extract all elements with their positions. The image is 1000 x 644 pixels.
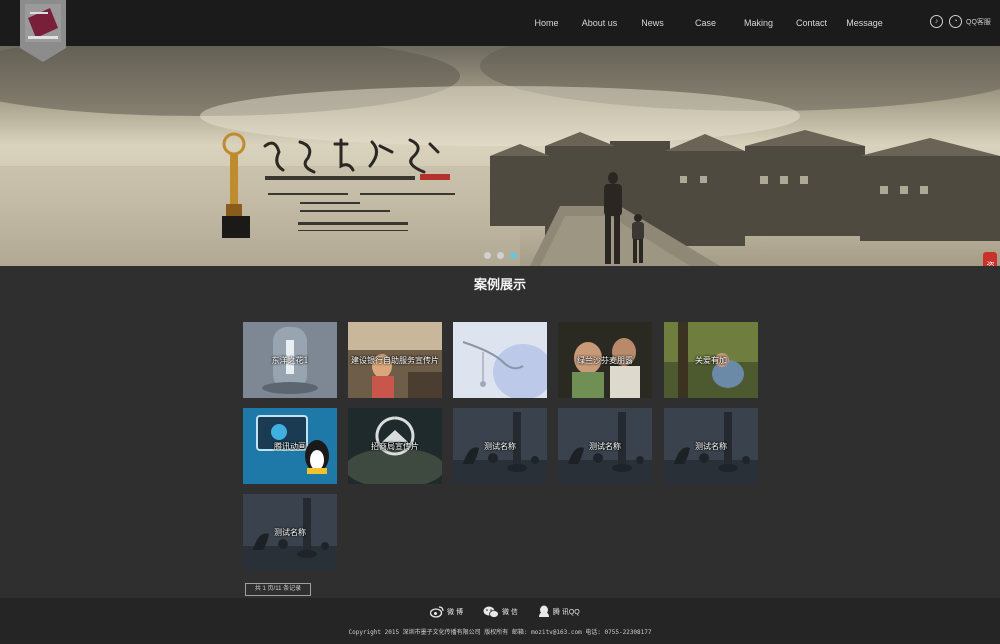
hero-banner: 咨询 [0,46,1000,266]
case-label [453,322,547,398]
qq-service-icon[interactable]: ◔ [949,15,962,28]
nav-message[interactable]: Message [838,0,891,46]
case-label: 测试名称 [589,441,621,451]
case-label: 腾讯动画 [274,441,306,451]
case-item[interactable]: 测试名称 [664,408,758,484]
banner-dot[interactable] [484,252,491,259]
social-wechat-label: 微 信 [501,608,518,616]
case-item[interactable]: 建设银行自助服务宣传片 [348,322,442,398]
nav-making[interactable]: Making [732,0,785,46]
social-weibo-label: 微 博 [447,608,463,616]
main-nav: Home About us News Case Making Contact M… [520,0,891,46]
case-label: 招商局宣传片 [371,441,419,451]
music-icon[interactable]: ♪ [930,15,943,28]
banner-dot-active[interactable] [510,252,517,259]
case-item[interactable]: 测试名称 [243,494,337,570]
copyright-text: Copyright 2015 深圳市墨子文化传播有限公司 版权所有 邮箱: mo… [348,629,652,636]
social-links: 微 博 微 信 腾 讯QQ [430,605,580,618]
case-item[interactable]: 测试名称 [453,408,547,484]
case-label: 建设银行自助服务宣传片 [351,355,439,365]
qq-service-label[interactable]: QQ客服 [966,17,991,27]
case-label: 测试名称 [274,527,306,537]
wechat-icon [483,606,499,618]
case-item[interactable]: 绿兰沙芬麦朋露 [558,322,652,398]
case-item[interactable]: 东洋之花1 [243,322,337,398]
case-item[interactable]: 招商局宣传片 [348,408,442,484]
consult-button[interactable]: 咨询 [983,252,997,266]
top-header: Home About us News Case Making Contact M… [0,0,1000,62]
pagination-info: 共 1 页/11 条记录 [245,583,311,596]
nav-home[interactable]: Home [520,0,573,46]
case-item[interactable]: 关爱有加 [664,322,758,398]
case-label: 关爱有加 [695,355,727,365]
site-footer: 微 博 微 信 腾 讯QQ Copyright 2015 深圳市墨子文化传播有限… [0,598,1000,644]
banner-artwork [0,46,1000,266]
case-label: 绿兰沙芬麦朋露 [577,355,633,365]
social-qq[interactable]: 腾 讯QQ [538,605,580,618]
nav-contact[interactable]: Contact [785,0,838,46]
case-item[interactable]: 腾讯动画 [243,408,337,484]
banner-pagination [484,252,517,259]
nav-case[interactable]: Case [679,0,732,46]
case-label: 测试名称 [695,441,727,451]
case-item[interactable]: 测试名称 [558,408,652,484]
social-qq-label: 腾 讯QQ [552,608,580,616]
nav-about-us[interactable]: About us [573,0,626,46]
qq-icon [538,605,549,617]
section-title: 案例展示 [473,277,526,292]
case-label: 测试名称 [484,441,516,451]
header-icons: ♪ ◔ QQ客服 [930,15,991,28]
nav-news[interactable]: News [626,0,679,46]
banner-dot[interactable] [497,252,504,259]
social-wechat[interactable]: 微 信 [483,605,518,618]
social-weibo[interactable]: 微 博 [430,605,463,618]
site-logo[interactable] [20,0,66,62]
case-label: 东洋之花1 [271,355,309,365]
case-item[interactable] [453,322,547,398]
weibo-icon [430,605,444,618]
